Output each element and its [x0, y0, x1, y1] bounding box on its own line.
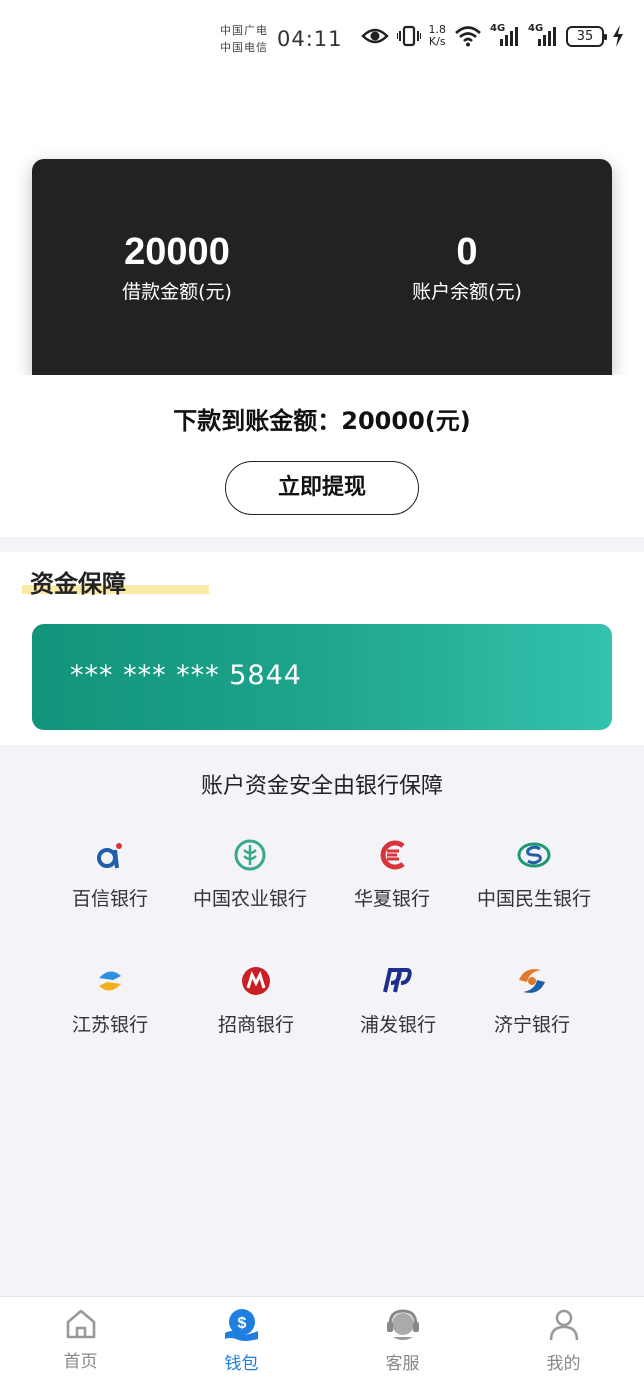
cmb-logo-icon — [242, 967, 270, 995]
disbursement-amount-text: 下款到账金额：20000(元) — [173, 407, 471, 435]
spdb-logo-icon — [383, 968, 412, 993]
bank-name: 中国农业银行 — [192, 888, 307, 910]
bank-item-abc: 中国农业银行 — [170, 838, 330, 911]
bank-item-jsb: 江苏银行 — [30, 964, 190, 1037]
bank-item-cmb: 招商银行 — [176, 964, 336, 1037]
bank-name: 江苏银行 — [71, 1014, 148, 1036]
home-icon — [66, 1309, 95, 1339]
loan-amount-value: 20000 — [124, 231, 230, 273]
card-number: *** *** *** 5844 — [70, 660, 302, 691]
status-bar: 中国广电 中国电信 04:11 1.8 K/s 4G 4G 35 — [0, 0, 644, 80]
withdraw-button[interactable]: 立即提现 — [225, 461, 419, 515]
bank-item-jnb: 济宁银行 — [452, 964, 612, 1037]
fund-protection-title: 资金保障 — [30, 570, 126, 598]
bank-card[interactable]: *** *** *** 5844 — [32, 624, 612, 730]
net-speed: 1.8 K/s — [429, 24, 447, 48]
tab-support-label: 客服 — [385, 1354, 420, 1374]
balance-stat: 0 账户余额(元) — [367, 231, 567, 304]
signal-icon — [500, 27, 518, 46]
balance-label: 账户余额(元) — [412, 281, 522, 303]
tab-wallet[interactable]: $ 钱包 — [161, 1297, 322, 1386]
jsb-logo-icon — [99, 971, 121, 991]
bank-name: 华夏银行 — [353, 888, 430, 910]
carrier-1: 中国广电 — [220, 24, 268, 37]
bank-item-cmbc: 中国民生银行 — [454, 838, 614, 911]
signal-2: 4G — [528, 23, 558, 47]
fund-protection-header: 资金保障 — [22, 564, 209, 599]
tab-home-label: 首页 — [63, 1352, 98, 1372]
loan-amount-stat: 20000 借款金额(元) — [77, 231, 277, 304]
carrier-names: 中国广电 中国电信 — [220, 22, 268, 56]
fund-protection-section: 资金保障 *** *** *** 5844 — [0, 552, 644, 745]
tab-home[interactable]: 首页 — [0, 1297, 161, 1386]
eye-icon — [360, 28, 389, 44]
status-time: 04:11 — [277, 27, 343, 51]
loan-amount-label: 借款金额(元) — [122, 281, 232, 303]
hxb-logo-icon — [380, 840, 405, 870]
balance-value: 0 — [456, 231, 478, 273]
signal-1: 4G — [490, 23, 520, 47]
tab-profile-label: 我的 — [546, 1354, 581, 1374]
wifi-icon — [455, 26, 481, 47]
svg-text:$: $ — [237, 1315, 246, 1332]
account-summary-card: 20000 借款金额(元) 0 账户余额(元) — [32, 159, 612, 375]
jnb-logo-icon — [519, 969, 545, 993]
guarantee-text: 账户资金安全由银行保障 — [200, 774, 443, 799]
carrier-2: 中国电信 — [220, 41, 268, 54]
battery-icon: 35 — [566, 25, 607, 47]
bank-name: 百信银行 — [71, 888, 148, 910]
bank-name: 中国民生银行 — [476, 888, 591, 910]
tab-profile[interactable]: 我的 — [483, 1297, 644, 1386]
tab-support[interactable]: 客服 — [322, 1297, 483, 1386]
bank-item-hxb: 华夏银行 — [312, 838, 472, 911]
signal-icon — [538, 27, 556, 46]
tab-wallet-label: 钱包 — [224, 1354, 259, 1374]
withdraw-panel: 下款到账金额：20000(元) 立即提现 — [0, 375, 644, 537]
wallet-icon: $ — [224, 1309, 258, 1341]
status-icons: 1.8 K/s 4G 4G 35 — [360, 23, 625, 48]
bank-item-aibank: 百信银行 — [30, 838, 190, 911]
net-speed-unit: K/s — [428, 35, 446, 48]
bank-name: 济宁银行 — [493, 1014, 570, 1036]
vibrate-icon — [396, 25, 421, 47]
support-icon — [386, 1309, 419, 1340]
charging-icon — [613, 25, 623, 47]
profile-icon — [549, 1309, 578, 1341]
aibank-logo-icon — [97, 843, 122, 869]
bank-name: 招商银行 — [217, 1014, 294, 1036]
abc-logo-icon — [234, 839, 266, 871]
cmbc-logo-icon — [517, 842, 551, 868]
bottom-tab-bar: 首页 $ 钱包 客服 我的 — [0, 1296, 644, 1386]
